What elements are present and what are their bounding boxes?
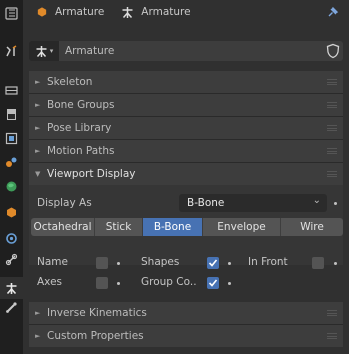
animate-property-dot[interactable] <box>117 282 120 285</box>
check-icon <box>208 279 218 287</box>
tab-output[interactable] <box>0 103 23 125</box>
panel-motion-paths-label: Motion Paths <box>47 145 115 157</box>
tool-icon <box>6 44 17 56</box>
object-icon <box>35 5 49 19</box>
display-as-dropdown[interactable]: B-Bone ⌄ <box>179 194 327 212</box>
in-front-checkbox[interactable] <box>312 257 324 269</box>
drag-grip-icon[interactable] <box>327 125 337 131</box>
drag-grip-icon[interactable] <box>327 102 337 108</box>
axes-checkbox[interactable] <box>96 277 108 289</box>
option-wire[interactable]: Wire <box>281 218 343 236</box>
panel-inverse-kinematics[interactable]: ► Inverse Kinematics <box>29 302 343 324</box>
option-b-bone[interactable]: B-Bone <box>143 218 203 236</box>
name-checkbox[interactable] <box>96 257 108 269</box>
collapse-arrow-icon: ▼ <box>35 170 41 178</box>
armature-datablock-selector: ▾ Armature <box>29 41 343 61</box>
name-label: Name <box>37 256 68 268</box>
tab-world[interactable] <box>0 175 23 197</box>
drag-grip-icon[interactable] <box>327 79 337 85</box>
pin-icon[interactable] <box>325 5 339 19</box>
option-stick[interactable]: Stick <box>95 218 143 236</box>
display-as-label: Display As <box>37 197 92 209</box>
panel-inverse-kinematics-label: Inverse Kinematics <box>47 307 147 319</box>
chevron-down-icon: ▾ <box>49 47 54 55</box>
panel-custom-properties[interactable]: ► Custom Properties <box>29 325 343 347</box>
object-icon <box>7 207 16 217</box>
option-envelope[interactable]: Envelope <box>203 218 281 236</box>
view-layer-icon <box>5 132 18 144</box>
panel-pose-library[interactable]: ► Pose Library <box>29 117 343 139</box>
axes-label: Axes <box>37 276 63 288</box>
animate-property-dot[interactable] <box>228 282 231 285</box>
animate-property-dot[interactable] <box>334 202 337 205</box>
panel-custom-properties-label: Custom Properties <box>47 330 144 342</box>
tab-physics[interactable] <box>0 248 23 270</box>
armature-data-icon <box>36 45 47 57</box>
tab-modifier[interactable] <box>0 227 23 249</box>
drag-grip-icon[interactable] <box>327 310 337 316</box>
drag-grip-icon[interactable] <box>327 171 337 177</box>
animate-property-dot[interactable] <box>334 262 337 265</box>
header-data-name[interactable]: Armature <box>141 6 190 18</box>
armature-data-icon <box>120 5 134 19</box>
panel-motion-paths[interactable]: ► Motion Paths <box>29 140 343 162</box>
chevron-down-icon: ⌄ <box>312 195 321 206</box>
tab-render[interactable] <box>0 79 23 101</box>
animate-property-dot[interactable] <box>228 262 231 265</box>
panel-viewport-display[interactable]: ▼ Viewport Display <box>29 163 343 185</box>
tab-bone[interactable] <box>0 296 23 318</box>
expand-arrow-icon: ► <box>35 78 41 86</box>
check-icon <box>208 259 218 267</box>
display-type-enum: Octahedral Stick B-Bone Envelope Wire <box>31 218 343 236</box>
panel-bone-groups[interactable]: ► Bone Groups <box>29 94 343 116</box>
drag-grip-icon[interactable] <box>327 148 337 154</box>
armature-data-icon <box>6 282 17 294</box>
animate-property-dot[interactable] <box>117 262 120 265</box>
modifier-icon <box>6 232 17 244</box>
shapes-checkbox[interactable] <box>207 257 219 269</box>
shapes-label: Shapes <box>141 256 180 268</box>
properties-tab-strip <box>0 0 23 354</box>
expand-arrow-icon: ► <box>35 147 41 155</box>
panel-skeleton-label: Skeleton <box>47 76 93 88</box>
tab-tool[interactable] <box>0 40 23 62</box>
tab-view-layer[interactable] <box>0 127 23 149</box>
datablock-name-field[interactable]: Armature <box>59 41 343 61</box>
in-front-label: In Front <box>248 256 288 268</box>
output-icon <box>7 108 16 120</box>
datablock-browse-button[interactable]: ▾ <box>29 41 59 61</box>
header-object-name[interactable]: Armature <box>55 6 104 18</box>
panel-skeleton[interactable]: ► Skeleton <box>29 71 343 93</box>
tab-editor-type[interactable] <box>0 2 23 24</box>
expand-arrow-icon: ► <box>35 309 41 317</box>
render-icon <box>5 85 18 95</box>
expand-arrow-icon: ► <box>35 101 41 109</box>
scene-icon <box>6 157 17 167</box>
tab-scene[interactable] <box>0 151 23 173</box>
properties-editor: Armature Armature ▾ Armature ► Skeleton … <box>23 0 349 354</box>
fake-user-shield-icon[interactable] <box>325 43 341 59</box>
panel-bone-groups-label: Bone Groups <box>47 99 115 111</box>
panel-pose-library-label: Pose Library <box>47 122 112 134</box>
tab-object[interactable] <box>0 201 23 223</box>
drag-grip-icon[interactable] <box>327 333 337 339</box>
option-octahedral[interactable]: Octahedral <box>31 218 95 236</box>
physics-icon <box>5 253 18 265</box>
group-colors-label: Group Co.. <box>141 276 197 288</box>
expand-arrow-icon: ► <box>35 332 41 340</box>
bone-icon <box>6 301 17 313</box>
world-icon <box>6 181 17 191</box>
expand-arrow-icon: ► <box>35 124 41 132</box>
editor-type-icon <box>5 6 18 20</box>
group-colors-checkbox[interactable] <box>207 277 219 289</box>
properties-header: Armature Armature <box>23 0 349 24</box>
panel-viewport-display-label: Viewport Display <box>47 168 136 180</box>
display-as-value: B-Bone <box>187 197 225 209</box>
